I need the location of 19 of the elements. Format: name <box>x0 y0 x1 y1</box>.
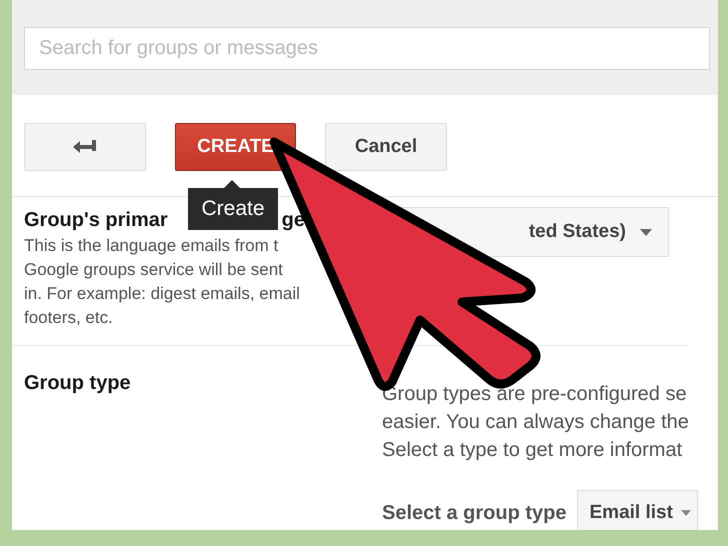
description-text: in. For example: digest emails, email <box>24 283 301 305</box>
description-text: This is the language emails from t <box>24 235 280 257</box>
description-text: Select a type to get more informat <box>382 438 684 463</box>
select-label: Select a group type <box>382 502 566 524</box>
caret-icon <box>680 510 691 516</box>
back-arrow-icon <box>72 139 98 155</box>
caret-icon <box>640 228 652 236</box>
section-heading: Group type <box>24 372 132 395</box>
tooltip-pointer <box>224 180 240 188</box>
description-text: Google groups service will be sent <box>24 259 284 281</box>
group-type-dropdown[interactable]: Email list <box>576 490 698 530</box>
back-button[interactable] <box>24 123 146 171</box>
search-field[interactable]: Search for groups or messages <box>24 27 710 70</box>
description-text: easier. You can always change the <box>382 410 690 435</box>
cancel-button[interactable]: Cancel <box>325 123 447 171</box>
tooltip: Create <box>188 188 278 230</box>
section-heading: Group's primar <box>24 209 168 232</box>
section-heading: ge <box>282 209 306 232</box>
description-text: footers, etc. <box>24 307 114 329</box>
